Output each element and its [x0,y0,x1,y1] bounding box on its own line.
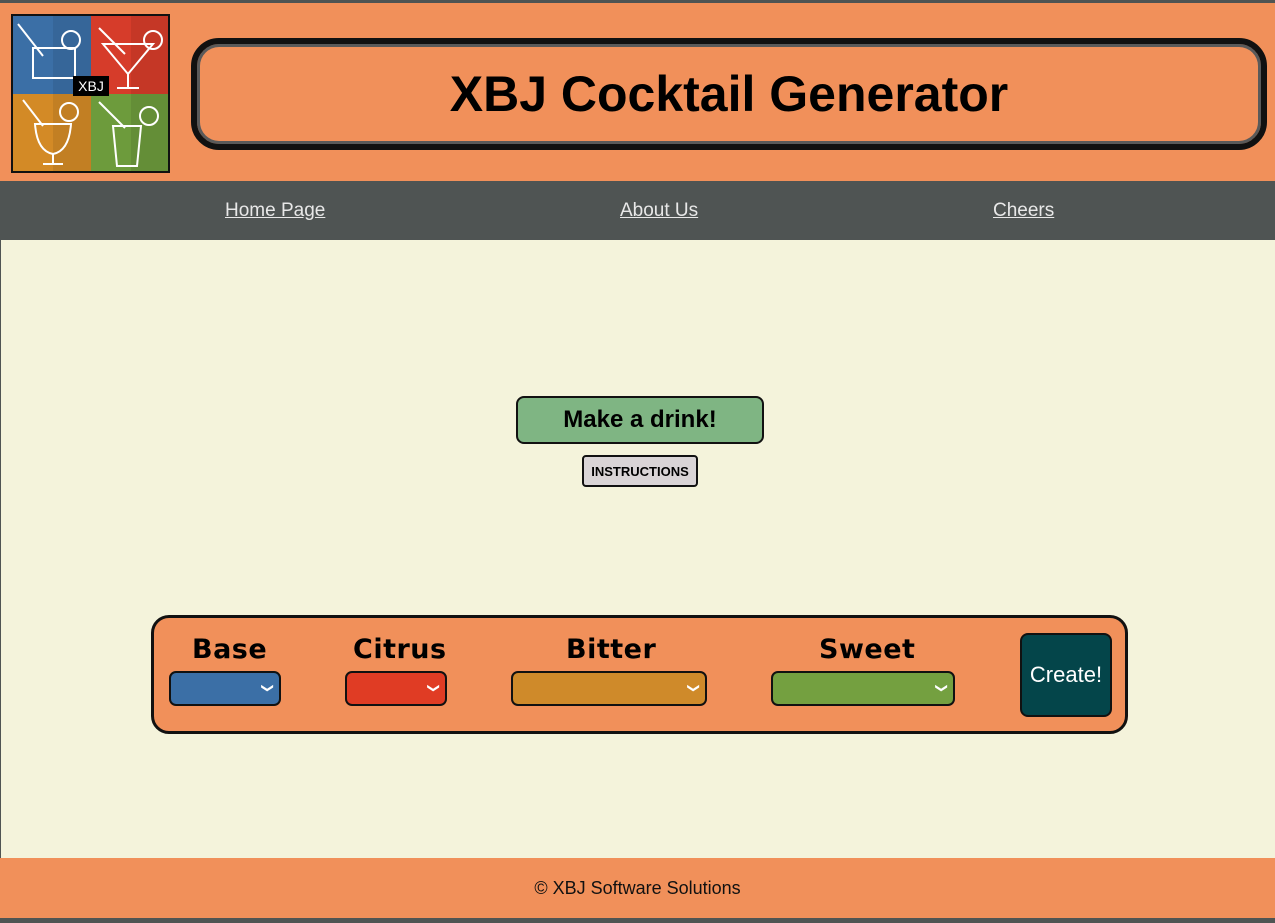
instructions-button[interactable]: INSTRUCTIONS [582,455,698,487]
chevron-down-icon: ❯ [686,682,701,694]
bitter-label: Bitter [566,634,657,665]
base-select[interactable]: ❯ [169,671,281,706]
nav-link-home[interactable]: Home Page [225,200,325,222]
bitter-select[interactable]: ❯ [511,671,707,706]
citrus-select[interactable]: ❯ [345,671,447,706]
bottom-border [0,918,1275,923]
chevron-down-icon: ❯ [934,682,949,694]
site-footer: © XBJ Software Solutions [0,858,1275,918]
nav-link-about[interactable]: About Us [620,200,698,222]
sweet-select[interactable]: ❯ [771,671,955,706]
citrus-label: Citrus [353,634,447,665]
site-header: XBJ XBJ Cocktail Generator [0,3,1275,181]
chevron-down-icon: ❯ [426,682,441,694]
make-drink-button[interactable]: Make a drink! [516,396,764,444]
base-label: Base [192,634,268,665]
nav-link-cheers[interactable]: Cheers [993,200,1054,222]
logo: XBJ [11,14,170,173]
chevron-down-icon: ❯ [260,682,275,694]
nav-bar: Home Page About Us Cheers [0,181,1275,240]
footer-copyright: © XBJ Software Solutions [534,877,741,898]
title-banner: XBJ Cocktail Generator [191,38,1267,150]
sweet-label: Sweet [819,634,916,665]
svg-text:XBJ: XBJ [78,78,104,94]
create-button[interactable]: Create! [1020,633,1112,717]
left-border [0,240,1,858]
generator-panel: Base Citrus Bitter Sweet ❯ ❯ ❯ ❯ Create! [151,615,1128,734]
page-title: XBJ Cocktail Generator [449,66,1009,122]
